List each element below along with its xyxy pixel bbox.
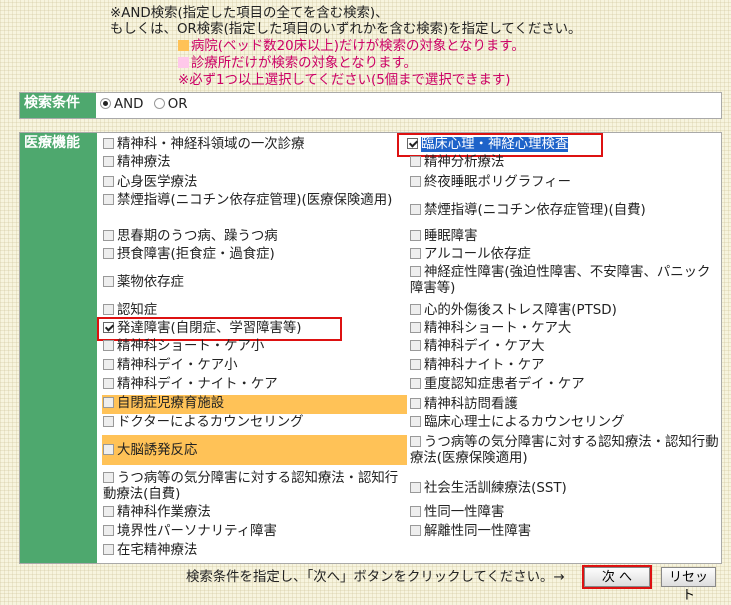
note-required: ※必ず1つ以上選択してください(5個まで選択できます) xyxy=(178,73,511,88)
checkbox[interactable] xyxy=(103,397,114,408)
check-item[interactable]: 精神科・神経科領域の一次診療 xyxy=(102,137,407,153)
checkbox[interactable] xyxy=(103,230,114,241)
check-item[interactable]: うつ病等の気分障害に対する認知療法・認知行動療法(自費) xyxy=(102,471,407,503)
check-item[interactable]: 終夜睡眠ポリグラフィー xyxy=(409,175,720,191)
checkbox[interactable] xyxy=(410,322,421,333)
note-hospital: 病院(ベッド数20床以上)だけが検索の対象となります。 xyxy=(178,39,525,55)
check-item[interactable]: 重度認知症患者デイ・ケア xyxy=(409,377,720,393)
note-and-search: ※AND検索(指定した項目の全てを含む検索)、 xyxy=(110,6,389,21)
check-item[interactable]: 精神分析療法 xyxy=(409,155,720,171)
checkbox[interactable] xyxy=(103,276,114,287)
medical-function-table: 医療機能 精神科・神経科領域の一次診療 臨床心理・神経心理検査 精神療法 精神分… xyxy=(19,132,722,564)
checkbox[interactable] xyxy=(103,138,114,149)
and-radio-option[interactable]: AND xyxy=(100,96,144,114)
checkbox[interactable] xyxy=(410,340,421,351)
medical-function-header: 医療機能 xyxy=(20,133,97,563)
check-item[interactable]: 解離性同一性障害 xyxy=(409,524,720,540)
check-item[interactable]: 在宅精神療法 xyxy=(102,543,407,559)
check-item[interactable]: 精神科訪問看護 xyxy=(409,397,720,413)
check-item[interactable]: 精神科デイ・ケア小 xyxy=(102,358,407,374)
checkbox[interactable] xyxy=(103,156,114,167)
checkbox[interactable] xyxy=(103,444,114,455)
checkbox[interactable] xyxy=(103,340,114,351)
check-item[interactable]: 睡眠障害 xyxy=(409,229,720,245)
check-item[interactable]: 禁煙指導(ニコチン依存症管理)(自費) xyxy=(409,203,720,219)
checkbox[interactable] xyxy=(410,482,421,493)
check-item[interactable]: 心的外傷後ストレス障害(PTSD) xyxy=(409,303,720,319)
check-item[interactable]: 摂食障害(拒食症・過食症) xyxy=(102,247,407,263)
check-item[interactable]: 認知症 xyxy=(102,303,407,319)
checkbox[interactable] xyxy=(410,378,421,389)
check-item[interactable]: 精神療法 xyxy=(102,155,407,171)
search-condition-header: 検索条件 xyxy=(20,93,96,118)
check-item[interactable]: 薬物依存症 xyxy=(102,275,407,291)
checkbox[interactable] xyxy=(410,248,421,259)
check-item[interactable]: うつ病等の気分障害に対する認知療法・認知行動療法(医療保険適用) xyxy=(409,435,720,467)
checkbox[interactable] xyxy=(103,506,114,517)
check-item[interactable]: 性同一性障害 xyxy=(409,505,720,521)
checkbox[interactable] xyxy=(103,322,114,333)
check-item[interactable]: 神経症性障害(強迫性障害、不安障害、パニック障害等) xyxy=(409,265,720,297)
or-radio[interactable] xyxy=(153,98,165,109)
check-item[interactable]: 境界性パーソナリティ障害 xyxy=(102,524,407,540)
checkbox[interactable] xyxy=(407,138,418,149)
check-item[interactable]: 臨床心理・神経心理検査 xyxy=(397,133,603,157)
checkbox[interactable] xyxy=(410,176,421,187)
footer-instruction: 検索条件を指定し、「次へ」ボタンをクリックしてください。→ xyxy=(186,570,565,585)
check-item[interactable]: 精神科デイ・ナイト・ケア xyxy=(102,377,407,393)
note-clinic: 診療所だけが検索の対象となります。 xyxy=(178,56,417,72)
checkbox[interactable] xyxy=(103,378,114,389)
check-item[interactable]: 精神科ショート・ケア大 xyxy=(409,321,720,337)
checkbox[interactable] xyxy=(410,398,421,409)
next-button[interactable]: 次 へ xyxy=(582,565,652,589)
checkbox[interactable] xyxy=(410,230,421,241)
check-item[interactable]: 精神科デイ・ケア大 xyxy=(409,339,720,355)
check-item[interactable]: 発達障害(自閉症、学習障害等) xyxy=(97,317,342,341)
checkbox[interactable] xyxy=(410,204,421,215)
checkbox[interactable] xyxy=(103,544,114,555)
checkbox[interactable] xyxy=(410,266,421,277)
check-item[interactable]: 心身医学療法 xyxy=(102,175,407,191)
checkbox[interactable] xyxy=(103,248,114,259)
checkbox[interactable] xyxy=(410,304,421,315)
checkbox[interactable] xyxy=(410,436,421,447)
check-item[interactable]: 大脳誘発反応 xyxy=(102,435,407,465)
check-item[interactable]: 禁煙指導(ニコチン依存症管理)(医療保険適用) xyxy=(102,193,407,209)
or-radio-option[interactable]: OR xyxy=(153,96,188,114)
checkbox[interactable] xyxy=(103,359,114,370)
checkbox[interactable] xyxy=(410,525,421,536)
check-item[interactable]: 思春期のうつ病、躁うつ病 xyxy=(102,229,407,245)
checkbox[interactable] xyxy=(410,156,421,167)
checkbox[interactable] xyxy=(103,472,114,483)
check-item[interactable]: 臨床心理士によるカウンセリング xyxy=(409,415,720,431)
checkbox[interactable] xyxy=(103,176,114,187)
orange-legend-swatch xyxy=(178,40,189,51)
check-item[interactable]: アルコール依存症 xyxy=(409,247,720,263)
check-item[interactable]: 精神科作業療法 xyxy=(102,505,407,521)
checkbox[interactable] xyxy=(410,359,421,370)
check-item[interactable]: 精神科ショート・ケア小 xyxy=(102,339,407,355)
reset-button[interactable]: リセット xyxy=(661,567,716,603)
checkbox[interactable] xyxy=(103,194,114,205)
search-condition-options: AND OR xyxy=(100,96,194,114)
search-condition-table: 検索条件 AND OR xyxy=(19,92,722,119)
check-item[interactable]: 自閉症児療育施設 xyxy=(102,395,407,414)
check-item[interactable]: 精神科ナイト・ケア xyxy=(409,358,720,374)
checkbox[interactable] xyxy=(410,506,421,517)
checkbox[interactable] xyxy=(103,525,114,536)
checkbox[interactable] xyxy=(410,416,421,427)
check-item[interactable]: 社会生活訓練療法(SST) xyxy=(409,481,720,497)
note-or-search: もしくは、OR検索(指定した項目のいずれかを含む検索)を指定してください。 xyxy=(110,22,582,37)
check-item[interactable]: ドクターによるカウンセリング xyxy=(102,415,407,431)
and-radio[interactable] xyxy=(100,98,111,109)
checkbox[interactable] xyxy=(103,416,114,427)
pink-legend-swatch xyxy=(178,57,189,68)
checkbox[interactable] xyxy=(103,304,114,315)
